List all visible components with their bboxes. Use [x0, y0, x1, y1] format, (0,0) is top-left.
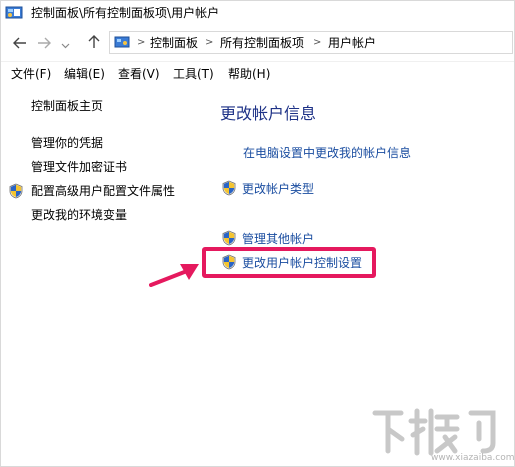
forward-button[interactable] [35, 33, 53, 53]
navigation-bar: > 控制面板 > 所有控制面板项 > 用户帐户 [1, 29, 514, 57]
breadcrumb-separator: > [137, 37, 146, 48]
arrow-up-icon [88, 34, 100, 53]
breadcrumb-user-accounts[interactable]: 用户帐户 [328, 36, 376, 50]
watermark-url: www.xiazaiba.com [431, 453, 515, 463]
page-heading: 更改帐户信息 [220, 104, 317, 123]
title-bar: 控制面板\所有控制面板项\用户帐户 [1, 1, 514, 27]
manage-credentials-link[interactable]: 管理你的凭据 [31, 136, 103, 151]
back-button[interactable] [11, 33, 29, 53]
breadcrumb-separator: > [205, 37, 214, 48]
up-button[interactable] [85, 33, 103, 53]
recent-locations-button[interactable] [59, 33, 71, 53]
menu-file[interactable]: 文件(F) [11, 67, 51, 81]
uac-shield-icon [9, 183, 23, 199]
change-account-type-link[interactable]: 更改帐户类型 [242, 182, 314, 197]
uac-shield-icon [222, 180, 236, 196]
arrow-left-icon [13, 34, 27, 53]
watermark-logo [367, 401, 507, 461]
environment-variables-link[interactable]: 更改我的环境变量 [31, 208, 127, 223]
pointer-arrow-icon [149, 261, 201, 291]
control-panel-window: 控制面板\所有控制面板项\用户帐户 > 控制面板 > 所有控制面板项 > 用户帐… [0, 0, 515, 467]
menu-view[interactable]: 查看(V) [118, 67, 160, 81]
arrow-right-icon [37, 34, 51, 53]
menu-help[interactable]: 帮助(H) [228, 67, 270, 81]
menu-bar: 文件(F) 编辑(E) 查看(V) 工具(T) 帮助(H) [1, 61, 514, 86]
uac-shield-icon [222, 230, 236, 246]
address-bar[interactable]: > 控制面板 > 所有控制面板项 > 用户帐户 [109, 31, 513, 54]
control-panel-small-icon [114, 35, 130, 54]
menu-edit[interactable]: 编辑(E) [64, 67, 105, 81]
breadcrumb-control-panel[interactable]: 控制面板 [150, 36, 198, 50]
manage-other-accounts-link[interactable]: 管理其他帐户 [242, 232, 314, 247]
highlight-box [202, 247, 376, 278]
control-panel-home-link[interactable]: 控制面板主页 [31, 99, 103, 114]
advanced-profile-properties-link[interactable]: 配置高级用户配置文件属性 [31, 184, 175, 199]
manage-encryption-certificates-link[interactable]: 管理文件加密证书 [31, 160, 127, 175]
breadcrumb-separator: > [313, 37, 322, 48]
change-account-in-pc-settings-link[interactable]: 在电脑设置中更改我的帐户信息 [243, 146, 411, 161]
control-panel-icon [5, 5, 23, 25]
menu-tools[interactable]: 工具(T) [173, 67, 214, 81]
breadcrumb-all-items[interactable]: 所有控制面板项 [220, 36, 304, 50]
chevron-down-icon [61, 34, 70, 53]
window-title: 控制面板\所有控制面板项\用户帐户 [31, 6, 220, 20]
